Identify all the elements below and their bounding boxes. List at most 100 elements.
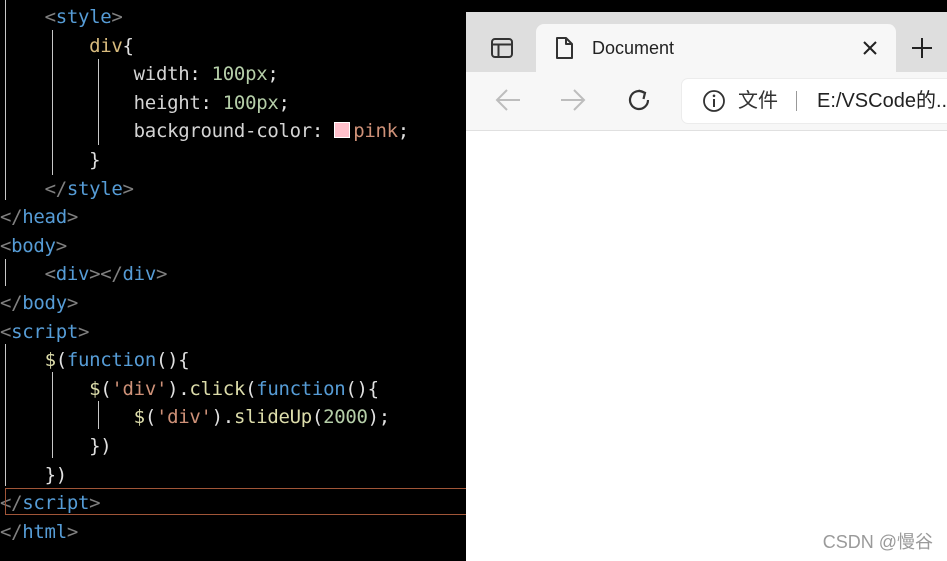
- code-token: (: [245, 377, 257, 400]
- code-token: :: [200, 91, 223, 114]
- code-line[interactable]: $(function(){: [0, 346, 190, 374]
- code-token: slideUp: [233, 406, 312, 429]
- code-line[interactable]: </html>: [0, 518, 78, 546]
- indent-guide: [5, 0, 6, 200]
- code-token: html: [22, 520, 67, 543]
- code-line[interactable]: <div></div>: [0, 260, 168, 288]
- tab-document[interactable]: Document: [536, 24, 896, 72]
- code-token: ></: [89, 263, 123, 286]
- code-token: ;: [267, 63, 279, 86]
- code-token: style: [55, 6, 112, 28]
- plus-icon[interactable]: [906, 32, 938, 64]
- code-token: (){: [155, 349, 190, 372]
- code-token: (: [311, 406, 324, 429]
- code-token: ;: [278, 91, 290, 114]
- code-token: >: [122, 177, 134, 200]
- code-token: 100px: [222, 91, 279, 114]
- browser-window: Document 文件 E:/VSCode的...: [466, 12, 947, 561]
- code-token: body: [11, 234, 56, 257]
- code-line[interactable]: background-color: pink;: [0, 117, 410, 145]
- code-token: }): [44, 463, 68, 486]
- code-token: :: [189, 63, 212, 86]
- code-token: <: [44, 6, 56, 28]
- code-line[interactable]: }): [0, 432, 112, 460]
- code-token: <: [44, 263, 56, 286]
- code-token: height: [133, 91, 201, 114]
- code-token: {: [122, 34, 134, 57]
- code-token: >: [111, 6, 123, 28]
- indent-guide: [5, 259, 6, 286]
- page-viewport[interactable]: [466, 131, 947, 561]
- address-bar[interactable]: 文件 E:/VSCode的...: [682, 79, 947, 123]
- code-token: ;: [397, 120, 409, 143]
- tab-actions-icon[interactable]: [480, 28, 524, 68]
- code-token: </: [44, 177, 68, 200]
- tab-title: Document: [592, 38, 675, 58]
- code-token: $: [44, 349, 56, 372]
- code-token: div: [122, 263, 157, 286]
- indent-guide: [52, 30, 53, 175]
- code-line[interactable]: </body>: [0, 289, 78, 317]
- code-token: style: [66, 177, 123, 200]
- code-token: (: [144, 406, 156, 429]
- code-editor[interactable]: <style> div{ width: 100px; height: 100px…: [0, 0, 466, 561]
- code-token: background-color: [133, 120, 313, 143]
- document-icon: [554, 36, 574, 65]
- code-line[interactable]: height: 100px;: [0, 89, 290, 117]
- code-token: </: [0, 292, 23, 314]
- tab-strip: Document: [466, 12, 947, 72]
- refresh-icon[interactable]: [621, 84, 657, 116]
- forward-arrow-icon[interactable]: [555, 84, 591, 116]
- code-line[interactable]: }: [0, 146, 100, 174]
- code-line[interactable]: <script>: [0, 318, 89, 346]
- color-swatch[interactable]: [334, 122, 351, 139]
- code-line[interactable]: div{: [0, 32, 134, 60]
- code-token: >: [66, 520, 78, 543]
- code-token: function: [256, 377, 346, 400]
- code-token: >: [77, 320, 90, 343]
- code-line[interactable]: <style>: [0, 3, 123, 31]
- site-info-label[interactable]: 文件: [738, 79, 778, 123]
- code-token: >: [55, 234, 67, 257]
- code-line[interactable]: <body>: [0, 232, 67, 260]
- url-text[interactable]: E:/VSCode的...: [817, 79, 947, 123]
- code-token: :: [311, 120, 335, 143]
- code-line[interactable]: }): [0, 461, 68, 489]
- code-token: >: [66, 206, 78, 229]
- indent-guide: [98, 59, 99, 145]
- address-separator: [796, 91, 797, 111]
- code-token: (: [100, 377, 112, 400]
- code-token: div: [89, 34, 123, 57]
- code-token: $: [89, 377, 101, 400]
- code-token: script: [11, 320, 78, 343]
- watermark: CSDN @慢谷: [822, 532, 933, 552]
- code-token: );: [367, 406, 391, 429]
- close-icon[interactable]: [858, 36, 882, 60]
- code-line[interactable]: $('div').slideUp(2000);: [0, 403, 391, 431]
- code-token: $: [133, 406, 145, 429]
- code-line[interactable]: </style>: [0, 175, 134, 203]
- code-line[interactable]: $('div').click(function(){: [0, 375, 379, 403]
- code-line[interactable]: </head>: [0, 203, 78, 231]
- code-token: ).: [167, 377, 190, 400]
- code-token: 'div': [155, 406, 212, 429]
- code-token: ).: [211, 406, 235, 429]
- code-token: body: [22, 292, 67, 314]
- code-token: pink: [353, 120, 398, 143]
- back-arrow-icon[interactable]: [490, 84, 526, 116]
- code-token: (: [55, 349, 67, 372]
- info-icon[interactable]: [702, 89, 726, 118]
- current-line-highlight: [5, 488, 466, 515]
- code-token: 100px: [211, 63, 268, 86]
- code-line[interactable]: width: 100px;: [0, 60, 279, 88]
- code-token: 2000: [323, 406, 368, 429]
- browser-toolbar: 文件 E:/VSCode的...: [466, 72, 947, 131]
